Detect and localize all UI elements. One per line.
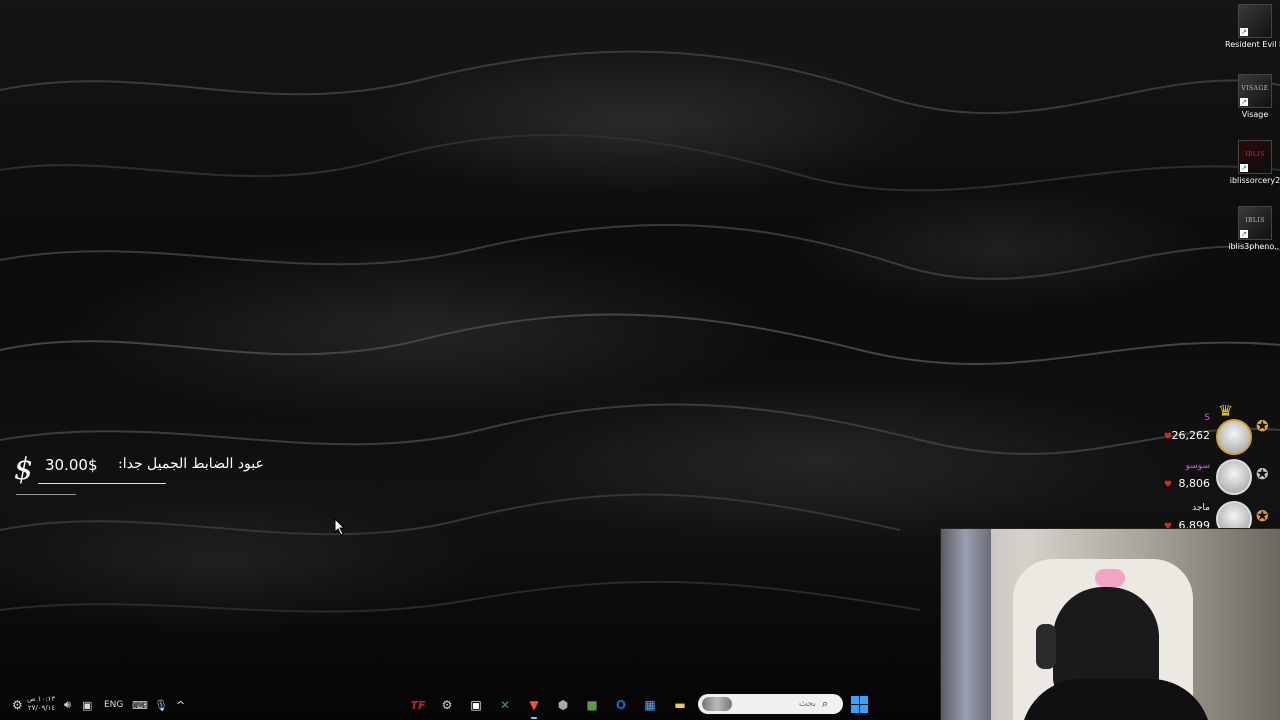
chevron-up-icon[interactable]: ^ <box>176 696 185 714</box>
leaderboard-name: ماجد <box>1192 503 1210 513</box>
avatar <box>1216 501 1252 530</box>
desktop-icon-label: Visage <box>1241 110 1269 119</box>
supporter-leaderboard: ♛ S ♥ 26,262 ✪ سوسو ♥ 8,806 ✪ ماجد ♥ 6,8… <box>1150 405 1280 530</box>
leaderboard-score: 26,262 <box>1171 429 1211 442</box>
network-icon[interactable]: ▣ <box>82 696 92 714</box>
language-indicator[interactable]: ENG <box>104 696 123 714</box>
desktop-icon-label: iblissorcery2 <box>1229 176 1280 185</box>
desktop-icon-resident-evil[interactable]: ↗ Resident Evil Requiem <box>1225 4 1280 50</box>
microphone-icon[interactable]: 🎙︎ <box>154 696 168 714</box>
windows-logo-tile <box>851 696 859 704</box>
excel-icon[interactable]: ✕ <box>495 695 515 715</box>
desktop-icon-iblissorcery2[interactable]: IBLIS ↗ iblissorcery2 <box>1230 140 1280 186</box>
dollar-icon: $ <box>14 452 34 487</box>
search-input[interactable] <box>732 699 820 709</box>
capcut-icon[interactable]: ▣ <box>466 695 486 715</box>
windows-logo-tile <box>860 705 868 713</box>
windows-logo-tile <box>851 705 859 713</box>
file-explorer-icon[interactable]: ▬ <box>670 695 690 715</box>
avatar <box>1216 459 1252 495</box>
taskbar-search-box[interactable]: ⌕ <box>698 694 843 714</box>
donation-message: عبود الضابط الجميل جدا: <box>118 456 264 472</box>
desktop-icon-label: Resident Evil Requiem <box>1225 40 1280 49</box>
microsoft-store-icon[interactable]: ▦ <box>640 695 660 715</box>
leaderboard-row: ماجد ♥ 6,899 ✪ <box>1150 497 1280 530</box>
alert-underline <box>16 494 76 495</box>
leaderboard-name: سوسو <box>1185 461 1210 471</box>
iblis-sorcery-icon: IBLIS ↗ <box>1238 140 1272 174</box>
desktop-icon-label: iblis3pheno... <box>1228 242 1280 251</box>
avatar <box>1216 419 1252 455</box>
heart-icon: ♥ <box>1163 480 1172 490</box>
leaderboard-name: S <box>1204 413 1210 423</box>
keyboard-icon[interactable]: ⌨ <box>132 696 148 714</box>
mouse-cursor-icon <box>334 518 346 536</box>
gold-medal-icon: ✪ <box>1256 417 1269 435</box>
settings-icon[interactable]: ⚙ <box>12 696 23 714</box>
leaderboard-row: ♛ S ♥ 26,262 ✪ <box>1150 405 1280 455</box>
search-icon: ⌕ <box>822 697 829 710</box>
donation-alert: $ 30.00$ عبود الضابط الجميل جدا: <box>8 448 268 500</box>
steam-icon[interactable]: ⚙ <box>437 695 457 715</box>
leaderboard-score: 8,806 <box>1178 477 1211 490</box>
webcam-overlay <box>940 528 1280 720</box>
windows-logo-tile <box>860 696 868 704</box>
iblis3pheno-icon: IBLIS ↗ <box>1238 206 1272 240</box>
search-highlight-image <box>702 697 732 711</box>
system-clock[interactable]: ١٠:١٣ ص ٢٧/٠٩/١٤ <box>27 695 55 713</box>
visage-icon: VISAGE ↗ <box>1238 74 1272 108</box>
start-button[interactable] <box>851 696 868 713</box>
clock-date: ٢٧/٠٩/١٤ <box>27 704 56 712</box>
desktop-wallpaper: ↗ Resident Evil Requiem VISAGE↗ Visage I… <box>0 0 1280 720</box>
desktop-icon-iblis3pheno[interactable]: IBLIS ↗ iblis3pheno... <box>1228 206 1280 252</box>
brave-browser-icon[interactable]: ▼ <box>524 695 544 719</box>
alert-underline <box>38 483 166 484</box>
bronze-medal-icon: ✪ <box>1256 507 1269 525</box>
leaderboard-row: سوسو ♥ 8,806 ✪ <box>1150 455 1280 497</box>
teamfight-tactics-icon[interactable]: TF <box>408 695 428 715</box>
minecraft-icon[interactable]: ■ <box>582 695 602 715</box>
resident-evil-requiem-icon: ↗ <box>1238 4 1272 38</box>
donation-amount: 30.00$ <box>45 456 98 474</box>
clock-time: ١٠:١٣ ص <box>27 695 56 703</box>
speaker-icon[interactable]: 🔊︎ <box>64 696 71 714</box>
silver-medal-icon: ✪ <box>1256 465 1269 483</box>
settings-hex-icon[interactable]: ⬢ <box>553 695 573 715</box>
headphones-icon <box>1036 624 1056 669</box>
desktop-icon-visage[interactable]: VISAGE ↗ Visage <box>1230 74 1280 120</box>
outlook-icon[interactable]: O <box>611 695 631 715</box>
hair-bow <box>1095 569 1125 587</box>
webcam-background <box>941 529 991 720</box>
